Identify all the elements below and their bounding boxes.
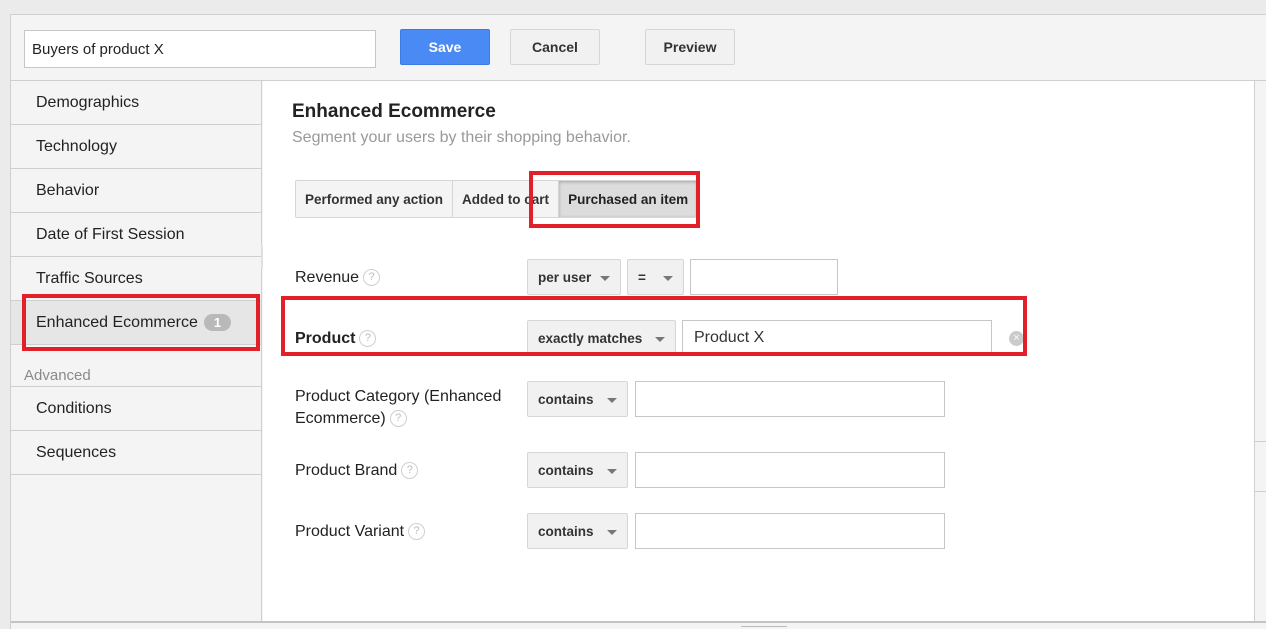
sidebar-item-label: Sequences xyxy=(36,443,117,461)
revenue-scope-dropdown[interactable]: per user xyxy=(527,259,621,295)
help-icon[interactable]: ? xyxy=(359,330,377,348)
chevron-down-icon xyxy=(607,530,617,535)
revenue-operator-dropdown[interactable]: = xyxy=(627,259,684,295)
sidebar-item-label: Behavior xyxy=(36,181,100,199)
right-scroll-rail[interactable] xyxy=(1254,81,1266,621)
save-button[interactable]: Save xyxy=(400,29,490,65)
sidebar-item-label: Enhanced Ecommerce xyxy=(36,313,198,331)
sidebar-item-demographics[interactable]: Demographics xyxy=(11,81,261,125)
sidebar-item-label: Conditions xyxy=(36,399,112,417)
sidebar-item-conditions[interactable]: Conditions xyxy=(11,387,261,431)
sidebar-item-sequences[interactable]: Sequences xyxy=(11,431,261,475)
tab-performed-any-action[interactable]: Performed any action xyxy=(296,181,454,217)
sidebar-item-technology[interactable]: Technology xyxy=(11,125,261,169)
clear-icon[interactable]: × xyxy=(1009,331,1024,346)
resize-bar[interactable] xyxy=(11,621,1266,629)
sidebar-item-label: Traffic Sources xyxy=(36,269,143,287)
product-operator-value: exactly matches xyxy=(538,330,643,346)
action-type-selector: Performed any action Added to cart Purch… xyxy=(295,180,699,218)
chevron-down-icon xyxy=(600,276,610,281)
product-variant-operator-value: contains xyxy=(538,523,594,539)
cancel-button[interactable]: Cancel xyxy=(510,29,600,65)
advanced-section-label: Advanced xyxy=(11,345,261,387)
product-brand-label: Product Brand? xyxy=(295,460,419,482)
chevron-down-icon xyxy=(655,337,665,342)
product-label: Product? xyxy=(295,328,377,350)
help-icon[interactable]: ? xyxy=(363,269,381,287)
product-brand-label-text: Product Brand xyxy=(295,462,398,479)
revenue-scope-value: per user xyxy=(538,269,592,285)
help-icon[interactable]: ? xyxy=(408,523,426,541)
revenue-value-input[interactable] xyxy=(690,259,838,295)
product-variant-value-input[interactable] xyxy=(635,513,945,549)
segment-name-input[interactable] xyxy=(24,30,376,68)
product-value-input[interactable]: Product X xyxy=(682,320,992,356)
product-label-text: Product xyxy=(295,330,356,347)
product-operator-dropdown[interactable]: exactly matches xyxy=(527,320,676,356)
product-category-operator-value: contains xyxy=(538,391,594,407)
sidebar-item-label: Technology xyxy=(36,137,117,155)
sidebar-item-traffic-sources[interactable]: Traffic Sources xyxy=(11,257,261,301)
help-icon[interactable]: ? xyxy=(389,410,407,428)
product-brand-operator-dropdown[interactable]: contains xyxy=(527,452,628,488)
chevron-down-icon xyxy=(663,276,673,281)
sidebar-item-label: Date of First Session xyxy=(36,225,185,243)
condition-count-badge: 1 xyxy=(203,314,232,331)
segment-editor: Save Cancel Preview Demographics Technol… xyxy=(10,14,1266,629)
revenue-label-text: Revenue xyxy=(295,269,360,286)
page-subtitle: Segment your users by their shopping beh… xyxy=(292,129,631,146)
page-title: Enhanced Ecommerce xyxy=(292,101,496,122)
product-category-value-input[interactable] xyxy=(635,381,945,417)
sidebar-item-label: Demographics xyxy=(36,93,140,111)
help-icon[interactable]: ? xyxy=(401,462,419,480)
sidebar-item-date-of-first-session[interactable]: Date of First Session xyxy=(11,213,261,257)
sidebar: Demographics Technology Behavior Date of… xyxy=(11,81,262,621)
toolbar: Save Cancel Preview xyxy=(11,15,1266,81)
tab-added-to-cart[interactable]: Added to cart xyxy=(453,181,560,217)
sidebar-item-enhanced-ecommerce[interactable]: Enhanced Ecommerce 1 xyxy=(11,301,261,345)
sidebar-item-behavior[interactable]: Behavior xyxy=(11,169,261,213)
main-panel: Enhanced Ecommerce Segment your users by… xyxy=(263,81,1254,621)
product-variant-label: Product Variant? xyxy=(295,521,426,543)
rail-divider xyxy=(1255,491,1266,492)
product-brand-value-input[interactable] xyxy=(635,452,945,488)
product-brand-operator-value: contains xyxy=(538,462,594,478)
chevron-down-icon xyxy=(607,469,617,474)
revenue-label: Revenue? xyxy=(295,267,381,289)
revenue-operator-value: = xyxy=(638,269,646,285)
preview-button[interactable]: Preview xyxy=(645,29,735,65)
chevron-down-icon xyxy=(607,398,617,403)
rail-divider xyxy=(1255,441,1266,442)
product-variant-label-text: Product Variant xyxy=(295,523,405,540)
product-variant-operator-dropdown[interactable]: contains xyxy=(527,513,628,549)
product-category-operator-dropdown[interactable]: contains xyxy=(527,381,628,417)
product-category-label: Product Category (Enhanced Ecommerce)? xyxy=(295,386,515,430)
tab-purchased-an-item[interactable]: Purchased an item xyxy=(559,181,698,217)
